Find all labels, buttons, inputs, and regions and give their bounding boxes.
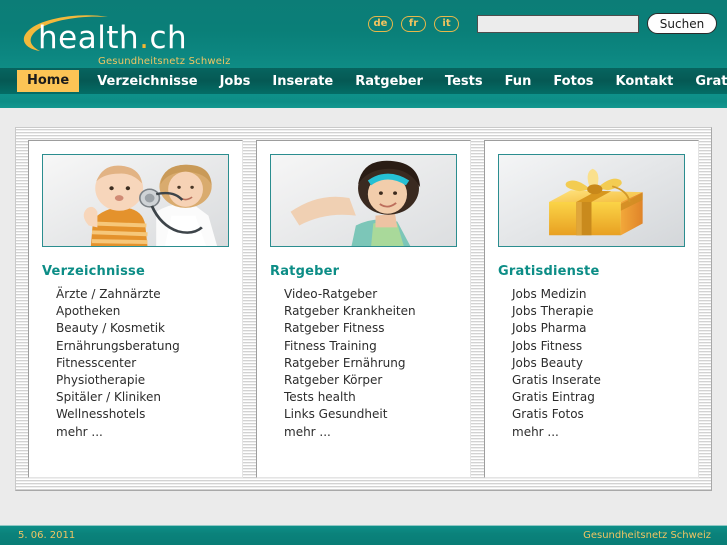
footer-date: 5. 06. 2011 bbox=[18, 530, 76, 541]
nav-item-fotos[interactable]: Fotos bbox=[553, 75, 593, 88]
list-item[interactable]: Jobs Therapie bbox=[512, 303, 685, 320]
site-footer: 5. 06. 2011 Gesundheitsnetz Schweiz bbox=[0, 525, 727, 545]
card-ratgeber: Ratgeber Video-Ratgeber Ratgeber Krankhe… bbox=[256, 140, 471, 478]
nav-item-gratis[interactable]: Gratis bbox=[695, 75, 727, 88]
content-area: Verzeichnisse Ärzte / Zahnärzte Apotheke… bbox=[0, 108, 727, 525]
nav-item-fun[interactable]: Fun bbox=[505, 75, 532, 88]
logo-tagline: Gesundheitsnetz Schweiz bbox=[98, 56, 231, 67]
card-gratisdienste: Gratisdienste Jobs Medizin Jobs Therapie… bbox=[484, 140, 699, 478]
list-item[interactable]: Gratis Inserate bbox=[512, 372, 685, 389]
list-item[interactable]: Beauty / Kosmetik bbox=[56, 320, 229, 337]
link-list-verzeichnisse: Ärzte / Zahnärzte Apotheken Beauty / Kos… bbox=[42, 286, 229, 441]
list-item[interactable]: Apotheken bbox=[56, 303, 229, 320]
link-list-gratisdienste: Jobs Medizin Jobs Therapie Jobs Pharma J… bbox=[498, 286, 685, 441]
lang-button-it[interactable]: it bbox=[434, 16, 459, 32]
baby-and-doctor-photo[interactable] bbox=[42, 154, 229, 247]
list-item[interactable]: Fitness Training bbox=[284, 338, 457, 355]
footer-tagline: Gesundheitsnetz Schweiz bbox=[583, 530, 711, 541]
list-item[interactable]: Wellnesshotels bbox=[56, 406, 229, 423]
list-item[interactable]: Fitnesscenter bbox=[56, 355, 229, 372]
site-logo[interactable]: health.ch Gesundheitsnetz Schweiz bbox=[12, 6, 312, 67]
site-header: health.ch Gesundheitsnetz Schweiz de fr … bbox=[0, 0, 727, 68]
list-item[interactable]: mehr ... bbox=[284, 424, 457, 441]
search-button[interactable]: Suchen bbox=[647, 13, 717, 34]
list-item[interactable]: Ratgeber Krankheiten bbox=[284, 303, 457, 320]
woman-fitness-photo[interactable] bbox=[270, 154, 457, 247]
list-item[interactable]: Gratis Fotos bbox=[512, 406, 685, 423]
list-item[interactable]: mehr ... bbox=[56, 424, 229, 441]
card-title-gratisdienste: Gratisdienste bbox=[498, 264, 600, 279]
nav-item-ratgeber[interactable]: Ratgeber bbox=[355, 75, 423, 88]
list-item[interactable]: Video-Ratgeber bbox=[284, 286, 457, 303]
content-panel: Verzeichnisse Ärzte / Zahnärzte Apotheke… bbox=[15, 127, 712, 491]
list-item[interactable]: Jobs Pharma bbox=[512, 320, 685, 337]
main-navigation: Home Verzeichnisse Jobs Inserate Ratgebe… bbox=[0, 68, 727, 94]
nav-item-inserate[interactable]: Inserate bbox=[272, 75, 333, 88]
list-item[interactable]: Ratgeber Ernährung bbox=[284, 355, 457, 372]
list-item[interactable]: Tests health bbox=[284, 389, 457, 406]
nav-item-verzeichnisse[interactable]: Verzeichnisse bbox=[97, 75, 197, 88]
list-item[interactable]: Ratgeber Fitness bbox=[284, 320, 457, 337]
list-item[interactable]: Links Gesundheit bbox=[284, 406, 457, 423]
gift-box-photo[interactable] bbox=[498, 154, 685, 247]
list-item[interactable]: Jobs Fitness bbox=[512, 338, 685, 355]
nav-item-tests[interactable]: Tests bbox=[445, 75, 483, 88]
logo-dot: . bbox=[139, 20, 150, 56]
list-item[interactable]: Spitäler / Kliniken bbox=[56, 389, 229, 406]
search-input[interactable] bbox=[477, 15, 639, 33]
list-item[interactable]: Physiotherapie bbox=[56, 372, 229, 389]
page-root: health.ch Gesundheitsnetz Schweiz de fr … bbox=[0, 0, 727, 545]
list-item[interactable]: Jobs Medizin bbox=[512, 286, 685, 303]
nav-item-jobs[interactable]: Jobs bbox=[220, 75, 251, 88]
card-title-ratgeber: Ratgeber bbox=[270, 264, 340, 279]
lang-button-de[interactable]: de bbox=[368, 16, 393, 32]
list-item[interactable]: Ärzte / Zahnärzte bbox=[56, 286, 229, 303]
logo-suffix: ch bbox=[149, 20, 188, 56]
logo-word: health bbox=[38, 20, 140, 56]
list-item[interactable]: Jobs Beauty bbox=[512, 355, 685, 372]
list-item[interactable]: Ratgeber Körper bbox=[284, 372, 457, 389]
list-item[interactable]: mehr ... bbox=[512, 424, 685, 441]
nav-item-home[interactable]: Home bbox=[17, 70, 80, 92]
nav-underbar bbox=[0, 94, 727, 108]
list-item[interactable]: Gratis Eintrag bbox=[512, 389, 685, 406]
list-item[interactable]: Ernährungsberatung bbox=[56, 338, 229, 355]
nav-item-kontakt[interactable]: Kontakt bbox=[616, 75, 674, 88]
logo-wordmark: health.ch bbox=[38, 20, 187, 56]
card-verzeichnisse: Verzeichnisse Ärzte / Zahnärzte Apotheke… bbox=[28, 140, 243, 478]
link-list-ratgeber: Video-Ratgeber Ratgeber Krankheiten Ratg… bbox=[270, 286, 457, 441]
language-switcher: de fr it bbox=[368, 16, 459, 32]
lang-button-fr[interactable]: fr bbox=[401, 16, 426, 32]
card-title-verzeichnisse: Verzeichnisse bbox=[42, 264, 145, 279]
